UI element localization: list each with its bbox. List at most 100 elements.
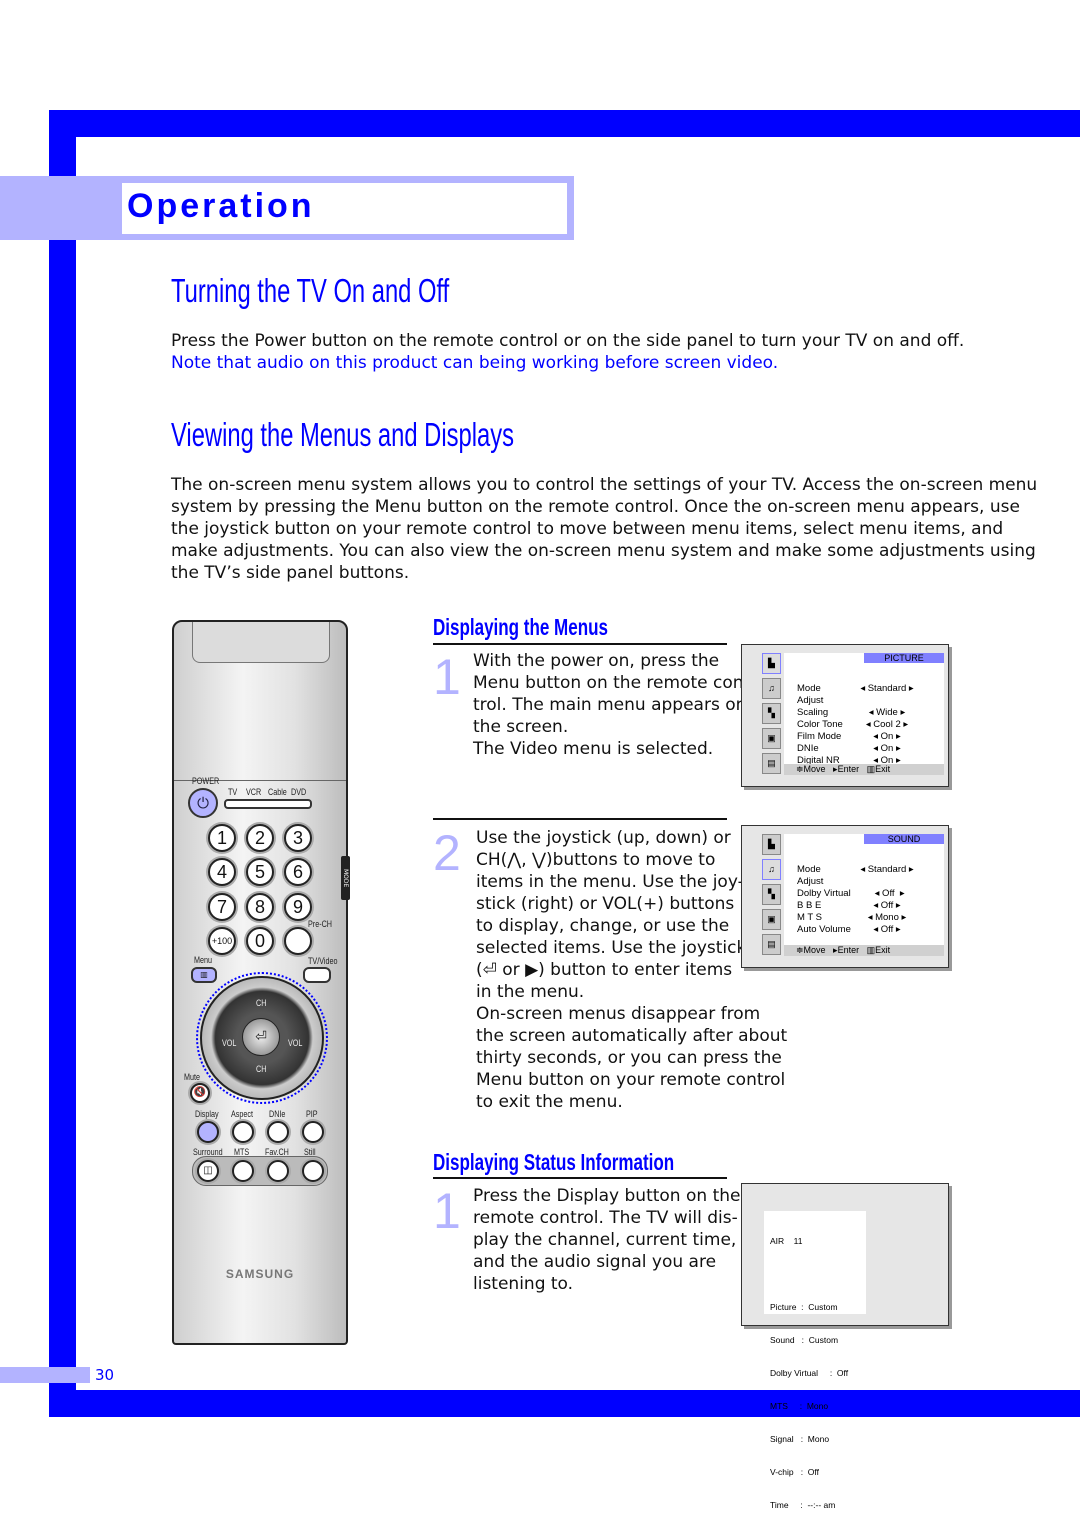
mode-indicator-bar — [224, 799, 312, 809]
menu-label: DNIe — [797, 743, 819, 754]
channel-icon: ▚ — [762, 884, 781, 905]
display-label: Display — [195, 1109, 219, 1119]
frame-left-bar — [49, 110, 76, 1417]
surround-button[interactable]: ◫ — [197, 1160, 219, 1182]
display-button[interactable] — [197, 1121, 219, 1143]
aspect-button[interactable] — [232, 1121, 254, 1143]
footer-text: ≑Move ▸Enter ▥Exit — [796, 945, 891, 955]
text-line: to exit the menu. — [476, 1092, 623, 1112]
menu-label: Scaling — [797, 707, 829, 718]
ch-up-label: CH — [256, 998, 267, 1008]
menu-value: ◂ Standard ▸ — [860, 683, 914, 694]
pre-ch-button[interactable] — [284, 927, 312, 955]
menu-icons: ▙ ♫ ▚ ▣ ▤ — [762, 653, 782, 778]
digit-3-button[interactable]: 3 — [284, 824, 312, 852]
mts-button[interactable] — [232, 1160, 254, 1182]
mode-label-dvd: DVD — [291, 787, 307, 797]
divider — [433, 1177, 727, 1179]
heading-status-information: Displaying Status Information — [433, 1149, 675, 1175]
dnie-label: DNIe — [269, 1109, 286, 1119]
power-label: POWER — [192, 776, 220, 786]
status-line: Signal : Mono — [770, 1434, 830, 1444]
heading-viewing-menus: Viewing the Menus and Displays — [171, 416, 514, 453]
channel-icon: ▚ — [762, 703, 781, 724]
digit-2-button[interactable]: 2 — [246, 824, 274, 852]
menu-footer: ≑Move ▸Enter ▥Exit — [784, 945, 944, 956]
digit-6-button[interactable]: 6 — [284, 858, 312, 886]
menu-label: Mode — [797, 864, 821, 875]
digit-7-button[interactable]: 7 — [208, 893, 236, 921]
text-line: listening to. — [473, 1274, 574, 1294]
menu-label: M T S — [797, 912, 822, 923]
menu-button[interactable]: ▥ — [191, 967, 217, 983]
page-number: 30 — [95, 1366, 115, 1384]
menu-icons: ▙ ♫ ▚ ▣ ▤ — [762, 834, 782, 959]
digit-5-button[interactable]: 5 — [246, 858, 274, 886]
menu-label: Menu — [194, 955, 213, 965]
text-line: make adjustments. You can also view the … — [171, 541, 1036, 561]
setup-icon: ▣ — [762, 909, 781, 930]
heading-turning-on-off: Turning the TV On and Off — [171, 272, 450, 309]
digit-8-button[interactable]: 8 — [246, 893, 274, 921]
input-icon: ▤ — [762, 934, 781, 955]
menu-value: ◂ Mono ▸ — [867, 912, 907, 923]
mode-label-cable: Cable — [268, 787, 287, 797]
step-1-text: With the power on, press the Menu button… — [473, 650, 750, 760]
menus-paragraph: The on-screen menu system allows you to … — [171, 474, 1037, 584]
vol-up-label: VOL — [288, 1038, 303, 1048]
digit-9-button[interactable]: 9 — [284, 893, 312, 921]
text-line: system by pressing the Menu button on th… — [171, 497, 1020, 517]
text-line: Menu button on your remote control — [476, 1070, 786, 1090]
menu-label: Dolby Virtual — [797, 888, 851, 899]
pre-ch-label: Pre-CH — [308, 919, 333, 929]
joystick-center[interactable]: ⏎ — [242, 1018, 280, 1056]
pip-button[interactable] — [302, 1121, 324, 1143]
sound-icon: ♫ — [762, 678, 781, 699]
footer-text: ≑Move ▸Enter ▥Exit — [796, 764, 891, 774]
samsung-logo: SAMSUNG — [225, 1267, 295, 1281]
text-line: On-screen menus disappear from — [476, 1004, 761, 1024]
text-line: trol. The main menu appears on — [473, 695, 747, 715]
text-line: play the channel, current time, — [473, 1230, 737, 1250]
text-line: the joystick button on your remote contr… — [171, 519, 1004, 539]
text-line: the TV’s side panel buttons. — [171, 563, 410, 583]
status-line: Time : --:-- am — [770, 1500, 836, 1510]
text-line: Press the Display button on the — [473, 1186, 741, 1206]
menu-value: ◂ Wide ▸ — [868, 707, 906, 718]
digit-0-button[interactable]: 0 — [246, 927, 274, 955]
menu-value: ◂ On ▸ — [873, 731, 901, 742]
mute-button[interactable]: 🔇 — [190, 1083, 210, 1103]
ch-down-label: CH — [256, 1064, 267, 1074]
mode-slider[interactable]: MODE — [341, 856, 350, 900]
menu-label: Adjust — [797, 876, 824, 887]
step-number: 1 — [433, 1183, 461, 1239]
menu-value: ◂ Off ▸ — [873, 924, 901, 935]
fav-ch-button[interactable] — [267, 1160, 289, 1182]
menu-value: ◂ Standard ▸ — [860, 864, 914, 875]
section-title-box: Operation — [122, 183, 567, 234]
dnie-button[interactable] — [267, 1121, 289, 1143]
heading-displaying-menus: Displaying the Menus — [433, 614, 608, 640]
still-button[interactable] — [302, 1160, 324, 1182]
input-icon: ▤ — [762, 753, 781, 774]
plus-100-button[interactable]: +100 — [208, 927, 236, 955]
text-line: The Video menu is selected. — [473, 739, 714, 759]
menu-title: PICTURE — [864, 653, 944, 663]
text-line: remote control. The TV will dis- — [473, 1208, 738, 1228]
menu-label: Adjust — [797, 695, 824, 706]
status-line: Dolby Virtual : Off — [770, 1368, 849, 1378]
tv-video-label: TV/Video — [308, 956, 338, 966]
step-number: 2 — [433, 825, 461, 881]
status-panel: AIR 11 Picture : Custom Sound : Custom D… — [764, 1211, 866, 1510]
divider — [433, 818, 727, 820]
digit-1-button[interactable]: 1 — [208, 824, 236, 852]
divider — [433, 643, 727, 645]
tv-video-button[interactable] — [303, 967, 331, 983]
digit-4-button[interactable]: 4 — [208, 858, 236, 886]
power-button[interactable]: ⏻ — [188, 788, 218, 818]
sound-menu-screen: ▙ ♫ ▚ ▣ ▤ SOUND Mode ◂ Standard ▸ Adjust … — [741, 825, 949, 968]
step-number: 1 — [433, 649, 461, 705]
audio-note: Note that audio on this product can bein… — [171, 353, 779, 373]
power-paragraph: Press the Power button on the remote con… — [171, 331, 965, 351]
picture-icon: ▙ — [762, 834, 781, 855]
